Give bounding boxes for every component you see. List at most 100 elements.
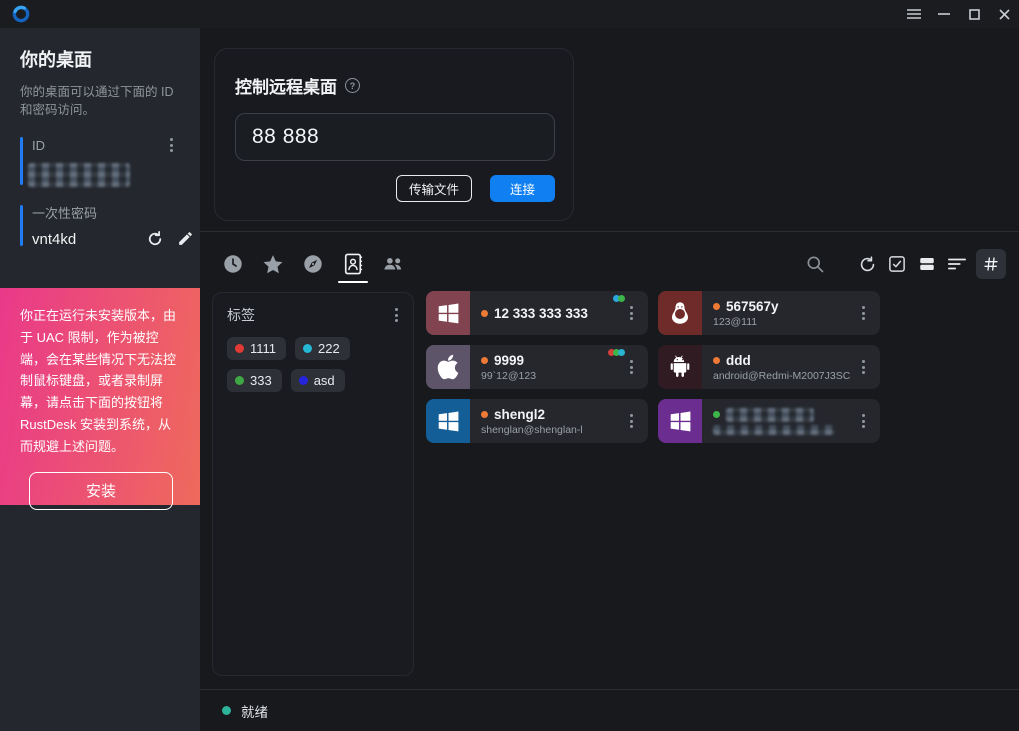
peer-card[interactable]: 9999 99`12@123	[426, 345, 648, 389]
tag-chip-list: 1111 222 333 asd	[227, 337, 401, 392]
connect-title: 控制远程桌面	[235, 73, 337, 98]
peer-os-tile	[426, 399, 470, 443]
peer-name: 9999	[494, 353, 524, 368]
tags-title: 标签	[227, 305, 255, 325]
tag-chip[interactable]: asd	[291, 369, 345, 392]
card-view-icon[interactable]	[916, 249, 938, 279]
install-button[interactable]: 安装	[29, 472, 173, 510]
tab-favorites[interactable]	[262, 245, 284, 283]
sidebar-description: 你的桌面可以通过下面的 ID 和密码访问。	[20, 84, 188, 119]
connect-card: 控制远程桌面 传输文件 连接	[214, 48, 574, 221]
id-label: ID	[32, 138, 45, 153]
tag-color-dot	[299, 376, 308, 385]
tab-recent-sessions[interactable]	[222, 245, 244, 283]
search-icon[interactable]	[804, 249, 826, 279]
windows-icon	[435, 300, 462, 327]
tag-chip[interactable]: 1111	[227, 337, 286, 360]
peer-menu-icon[interactable]	[859, 357, 868, 377]
peer-menu-icon[interactable]	[627, 303, 636, 323]
peer-card[interactable]	[658, 399, 880, 443]
tag-color-dot	[235, 376, 244, 385]
sidebar: 你的桌面 你的桌面可以通过下面的 ID 和密码访问。 ID 一次性密码 vnt4…	[0, 28, 200, 731]
close-button[interactable]	[989, 0, 1019, 28]
windows-icon	[667, 408, 694, 435]
linux-tux-icon	[667, 300, 693, 326]
password-label: 一次性密码	[32, 203, 97, 222]
minimize-button[interactable]	[929, 0, 959, 28]
transfer-file-button[interactable]: 传输文件	[396, 175, 472, 202]
peer-name-redacted	[726, 408, 814, 422]
help-icon[interactable]	[345, 78, 360, 93]
maximize-button[interactable]	[959, 0, 989, 28]
peer-subtitle: 123@111	[713, 316, 854, 328]
peer-name: shengl2	[494, 407, 545, 422]
peer-menu-icon[interactable]	[859, 411, 868, 431]
tab-group[interactable]	[382, 245, 404, 283]
install-banner: 你正在运行未安装版本，由于 UAC 限制，作为被控端，会在某些情况下无法控制鼠标…	[0, 288, 200, 505]
peer-status-dot	[481, 357, 488, 364]
tags-panel: 标签 1111 222 333 asd	[212, 292, 414, 676]
select-peers-icon[interactable]	[886, 249, 908, 279]
apple-icon	[436, 353, 460, 381]
peer-subtitle: 99`12@123	[481, 370, 622, 382]
peer-subtitle: android@Redmi-M2007J3SC	[713, 370, 854, 382]
id-value-redacted	[28, 163, 130, 187]
peer-os-tile	[426, 345, 470, 389]
peer-status-dot	[713, 303, 720, 310]
tag-color-dot	[235, 344, 244, 353]
peer-card[interactable]: ddd android@Redmi-M2007J3SC	[658, 345, 880, 389]
tag-chip[interactable]: 333	[227, 369, 282, 392]
id-field: ID	[20, 135, 182, 187]
tag-label: 333	[250, 373, 272, 388]
peer-name: ddd	[726, 353, 751, 368]
peer-subtitle-redacted	[713, 425, 835, 435]
peer-os-tile	[658, 399, 702, 443]
peer-os-tile	[658, 345, 702, 389]
tag-label: 1111	[250, 341, 276, 356]
tags-menu-icon[interactable]	[392, 305, 401, 325]
tab-discovered[interactable]	[302, 245, 324, 283]
peer-tag-dots	[615, 295, 625, 302]
menu-icon[interactable]	[899, 0, 929, 28]
peer-tag-dots	[610, 349, 625, 356]
refresh-password-icon[interactable]	[146, 230, 164, 248]
tag-chip[interactable]: 222	[295, 337, 350, 360]
password-value: vnt4kd	[32, 231, 76, 248]
windows-icon	[435, 408, 462, 435]
status-label: 就绪	[241, 701, 268, 721]
main-panel: 控制远程桌面 传输文件 连接	[200, 28, 1019, 731]
peer-status-dot	[481, 310, 488, 317]
titlebar	[0, 0, 1019, 28]
peer-card[interactable]: 567567y 123@111	[658, 291, 880, 335]
rustdesk-logo-icon	[10, 3, 32, 25]
tag-color-dot	[303, 344, 312, 353]
grid-view-icon[interactable]	[976, 249, 1006, 279]
refresh-peers-icon[interactable]	[856, 249, 878, 279]
peer-menu-icon[interactable]	[859, 303, 868, 323]
android-icon	[667, 354, 693, 380]
peer-name: 12 333 333 333	[494, 306, 588, 321]
edit-password-icon[interactable]	[177, 230, 194, 248]
tag-label: 222	[318, 341, 340, 356]
peer-tabbar	[222, 245, 1006, 283]
id-menu-icon[interactable]	[167, 135, 176, 155]
remote-id-input[interactable]	[235, 113, 555, 161]
peer-menu-icon[interactable]	[627, 357, 636, 377]
install-banner-text: 你正在运行未安装版本，由于 UAC 限制，作为被控端，会在某些情况下无法控制鼠标…	[20, 305, 182, 458]
peer-subtitle: shenglan@shenglan-l	[481, 424, 622, 436]
peer-menu-icon[interactable]	[627, 411, 636, 431]
sort-icon[interactable]	[946, 249, 968, 279]
sidebar-title: 你的桌面	[20, 46, 182, 72]
password-field: 一次性密码 vnt4kd	[20, 203, 182, 248]
peer-card[interactable]: 12 333 333 333	[426, 291, 648, 335]
peer-card[interactable]: shengl2 shenglan@shenglan-l	[426, 399, 648, 443]
tag-label: asd	[314, 373, 335, 388]
peer-status-dot	[713, 357, 720, 364]
connect-button[interactable]: 连接	[490, 175, 555, 202]
peer-os-tile	[426, 291, 470, 335]
tab-address-book[interactable]	[342, 245, 364, 283]
rustdesk-window: 你的桌面 你的桌面可以通过下面的 ID 和密码访问。 ID 一次性密码 vnt4…	[0, 0, 1019, 731]
peer-os-tile	[658, 291, 702, 335]
peer-grid: 12 333 333 333 56	[426, 291, 880, 443]
peer-status-dot	[481, 411, 488, 418]
